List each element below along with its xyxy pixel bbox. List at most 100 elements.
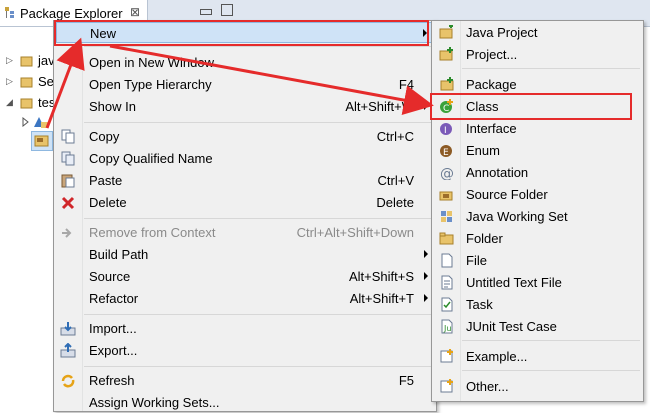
menu-item-copy[interactable]: Copy Ctrl+C	[56, 126, 434, 147]
submenu-arrow-icon	[424, 272, 428, 280]
svg-text:I: I	[444, 126, 447, 136]
selected-package-icon[interactable]	[31, 131, 53, 151]
annotation-icon: @	[439, 165, 455, 182]
expand-twistie-icon[interactable]: ▷	[6, 76, 13, 87]
import-icon	[60, 321, 76, 336]
example-icon	[439, 349, 455, 364]
menu-item-delete[interactable]: Delete Delete	[56, 192, 434, 213]
menu-item-label: Copy Qualified Name	[89, 151, 213, 166]
submenu-item-project[interactable]: Project...	[434, 44, 641, 65]
menu-item-shortcut: F4	[398, 77, 414, 92]
menu-item-copy-qualified-name[interactable]: Copy Qualified Name	[56, 148, 434, 169]
submenu-item-junit-test-case[interactable]: Ju JUnit Test Case	[434, 316, 641, 337]
menu-item-shortcut: Delete	[376, 195, 414, 210]
menu-separator	[84, 46, 434, 47]
menu-item-import[interactable]: Import...	[56, 318, 434, 339]
menu-separator	[84, 314, 434, 315]
menu-item-label: Enum	[466, 143, 500, 158]
export-icon	[60, 342, 76, 358]
expand-twistie-icon[interactable]: ▷	[6, 55, 13, 66]
collapse-twistie-icon[interactable]: ◢	[6, 97, 13, 108]
menu-item-new[interactable]: New	[56, 22, 434, 43]
untitled-text-file-icon	[439, 275, 455, 290]
submenu-item-class[interactable]: C Class	[434, 96, 641, 117]
menu-item-label: Import...	[89, 321, 137, 336]
menu-item-label: Other...	[466, 379, 509, 394]
maximize-icon[interactable]	[221, 4, 233, 16]
submenu-item-other[interactable]: Other...	[434, 376, 641, 397]
package-tree: ▷ jav ▷ Se ◢ tes	[0, 27, 60, 412]
submenu-item-example[interactable]: Example...	[434, 346, 641, 367]
menu-item-remove-from-context: Remove from Context Ctrl+Alt+Shift+Down	[56, 222, 434, 243]
menu-separator	[84, 122, 434, 123]
submenu-item-source-folder[interactable]: Source Folder	[434, 184, 641, 205]
paste-icon	[60, 173, 76, 188]
submenu-arrow-icon	[424, 294, 428, 302]
menu-item-label: Open Type Hierarchy	[89, 77, 212, 92]
menu-separator	[84, 366, 434, 367]
junit-test-case-icon: Ju	[439, 319, 455, 334]
minimize-icon[interactable]	[200, 9, 212, 15]
submenu-item-annotation[interactable]: @ Annotation	[434, 162, 641, 183]
menu-item-build-path[interactable]: Build Path	[56, 244, 434, 265]
menu-item-label: JUnit Test Case	[466, 319, 557, 334]
tree-item[interactable]: ▷ Se	[0, 72, 60, 92]
menu-item-label: Example...	[466, 349, 528, 364]
submenu-item-interface[interactable]: I Interface	[434, 118, 641, 139]
svg-text:Ju: Ju	[443, 324, 451, 333]
svg-text:@: @	[440, 166, 454, 180]
new-submenu: Java Project Project... Package C Class …	[431, 20, 644, 402]
menu-item-shortcut: Ctrl+Alt+Shift+Down	[296, 225, 414, 240]
menu-item-open-in-new-window[interactable]: Open in New Window	[56, 52, 434, 73]
package-icon	[439, 77, 455, 92]
menu-item-label: Untitled Text File	[466, 275, 562, 290]
menu-item-label: Class	[466, 99, 499, 114]
folder-icon	[439, 231, 455, 246]
file-icon	[439, 253, 455, 268]
menu-item-source[interactable]: Source Alt+Shift+S	[56, 266, 434, 287]
menu-item-export[interactable]: Export...	[56, 340, 434, 361]
submenu-item-untitled-text-file[interactable]: Untitled Text File	[434, 272, 641, 293]
java-project-icon	[20, 55, 33, 67]
menu-item-label: Folder	[466, 231, 503, 246]
menu-item-label: File	[466, 253, 487, 268]
delete-icon	[60, 195, 76, 210]
submenu-item-java-project[interactable]: Java Project	[434, 22, 641, 43]
menu-item-assign-working-sets[interactable]: Assign Working Sets...	[56, 392, 434, 413]
twistie-icon[interactable]	[22, 115, 30, 130]
menu-item-label: Task	[466, 297, 493, 312]
menu-item-refactor[interactable]: Refactor Alt+Shift+T	[56, 288, 434, 309]
source-folder-icon	[33, 115, 49, 132]
submenu-item-file[interactable]: File	[434, 250, 641, 271]
context-menu: New Open in New Window Open Type Hierarc…	[53, 20, 437, 412]
menu-item-shortcut: F5	[398, 373, 414, 388]
submenu-item-task[interactable]: Task	[434, 294, 641, 315]
submenu-item-folder[interactable]: Folder	[434, 228, 641, 249]
refresh-icon	[60, 373, 76, 388]
menu-item-refresh[interactable]: Refresh F5	[56, 370, 434, 391]
copy-icon	[60, 129, 76, 144]
source-folder-icon	[439, 187, 455, 202]
menu-item-label: Assign Working Sets...	[89, 395, 220, 410]
submenu-item-package[interactable]: Package	[434, 74, 641, 95]
menu-item-shortcut: Ctrl+C	[376, 129, 414, 144]
copy-qualified-name-icon	[60, 151, 76, 166]
tree-item[interactable]: ▷ jav	[0, 51, 60, 71]
menu-item-label: Open in New Window	[89, 55, 214, 70]
class-icon: C	[439, 99, 455, 114]
tree-item[interactable]: ◢ tes	[0, 93, 60, 113]
menu-item-show-in[interactable]: Show In Alt+Shift+W	[56, 96, 434, 117]
other-icon	[439, 379, 455, 394]
submenu-item-java-working-set[interactable]: Java Working Set	[434, 206, 641, 227]
menu-item-label: Project...	[466, 47, 518, 62]
menu-separator	[462, 370, 640, 371]
menu-item-paste[interactable]: Paste Ctrl+V	[56, 170, 434, 191]
menu-item-shortcut: Ctrl+V	[377, 173, 414, 188]
close-tab-icon[interactable]: ⊠	[130, 5, 140, 19]
menu-item-label: Export...	[89, 343, 138, 358]
menu-item-label: Java Working Set	[466, 209, 568, 224]
package-explorer-icon	[5, 7, 15, 19]
svg-text:C: C	[443, 104, 449, 114]
submenu-item-enum[interactable]: E Enum	[434, 140, 641, 161]
menu-item-open-type-hierarchy[interactable]: Open Type Hierarchy F4	[56, 74, 434, 95]
